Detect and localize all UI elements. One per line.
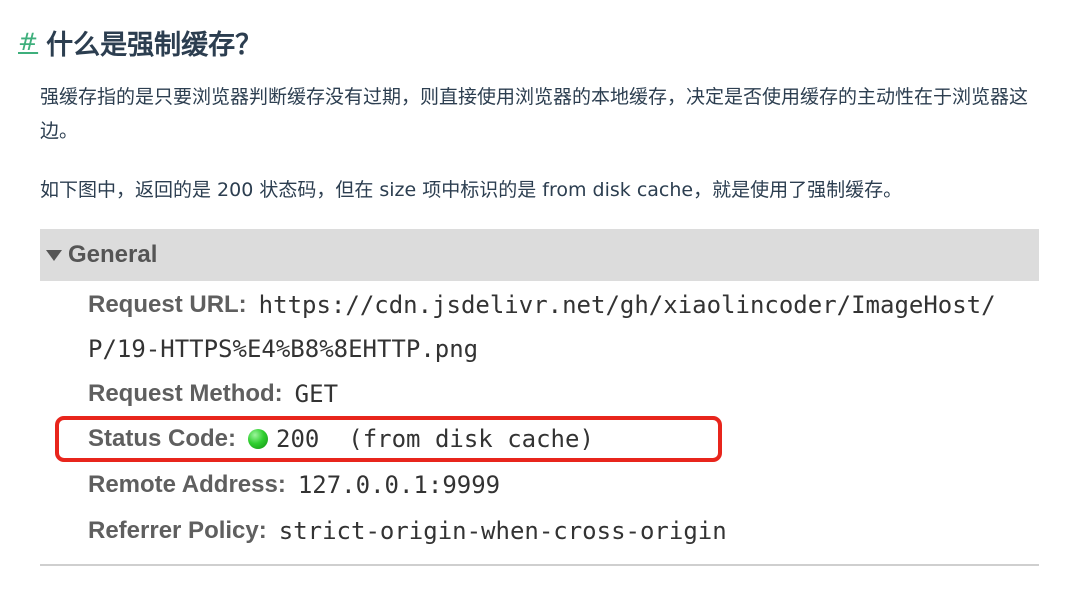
paragraph-strong-cache-definition: 强缓存指的是只要浏览器判断缓存没有过期，则直接使用浏览器的本地缓存，决定是否使用… <box>40 86 1029 142</box>
request-url-continuation-row: P/19-HTTPS%E4%B8%8EHTTP.png <box>88 327 478 371</box>
collapse-triangle-icon <box>46 249 62 261</box>
request-url-value: https://cdn.jsdelivr.net/gh/xiaolincoder… <box>258 291 996 319</box>
remote-address-label: Remote Address: <box>88 471 286 498</box>
referrer-policy-value: strict-origin-when-cross-origin <box>278 517 727 545</box>
request-method-value: GET <box>294 380 339 408</box>
request-url-row: Request URL: https://cdn.jsdelivr.net/gh… <box>88 283 996 327</box>
request-method-row: Request Method: GET <box>88 372 338 416</box>
request-url-label: Request URL: <box>88 291 247 318</box>
paragraph-figure-explanation: 如下图中，返回的是 200 状态码，但在 size 项中标识的是 from di… <box>40 179 903 201</box>
heading-anchor-link[interactable]: # <box>18 28 38 56</box>
status-code-highlight-box <box>55 416 722 462</box>
section-heading: # 什么是强制缓存？ <box>18 22 262 62</box>
heading-title: 什么是强制缓存？ <box>46 29 263 61</box>
request-url-value-continuation: P/19-HTTPS%E4%B8%8EHTTP.png <box>88 335 479 363</box>
remote-address-value: 127.0.0.1:9999 <box>297 471 501 499</box>
general-section-title: General <box>68 241 158 268</box>
referrer-policy-label: Referrer Policy: <box>88 517 267 544</box>
request-method-label: Request Method: <box>88 380 283 407</box>
remote-address-row: Remote Address: 127.0.0.1:9999 <box>88 463 500 507</box>
devtools-general-screenshot: General Request URL: https://cdn.jsdeliv… <box>40 229 1039 566</box>
referrer-policy-row: Referrer Policy: strict-origin-when-cros… <box>88 509 727 553</box>
general-section-header: General <box>40 229 1039 281</box>
